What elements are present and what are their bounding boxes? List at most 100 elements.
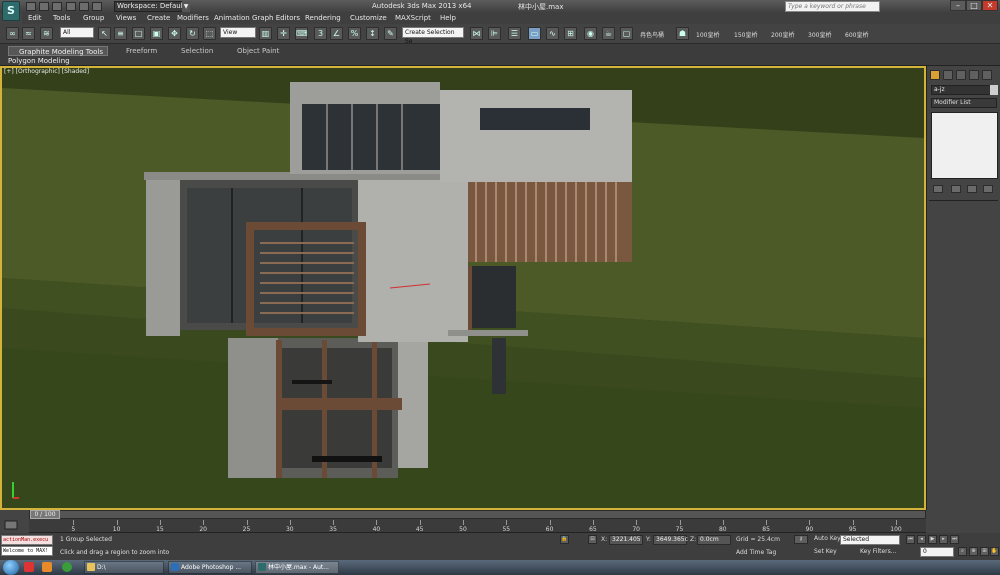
reference-coordinate-dropdown[interactable]: View — [220, 27, 256, 38]
layer-manager-icon[interactable]: ☰ — [508, 27, 521, 40]
show-end-result-icon[interactable] — [951, 185, 961, 193]
schematic-view-icon[interactable]: ⊞ — [564, 27, 577, 40]
add-time-tag[interactable]: Add Time Tag — [736, 549, 776, 556]
ribbon-sub-label[interactable]: Polygon Modeling — [8, 57, 70, 65]
menu-animation[interactable]: Animation — [214, 14, 250, 22]
key-mode-dropdown[interactable]: Selected — [840, 535, 900, 545]
time-slider-thumb[interactable]: 0 / 100 — [30, 510, 60, 519]
object-color-swatch[interactable] — [990, 85, 998, 95]
graphite-toggle-icon[interactable]: ▭ — [528, 27, 541, 40]
taskbar-item-photoshop[interactable]: Adobe Photoshop ... — [168, 561, 252, 574]
viewport-orthographic[interactable] — [0, 66, 926, 510]
unlink-icon[interactable]: ≈ — [22, 27, 35, 40]
trackbar-filter-icon[interactable] — [4, 519, 18, 531]
percent-snap-icon[interactable]: % — [348, 27, 361, 40]
maxscript-listener-line[interactable]: actionMan.execu — [1, 535, 53, 545]
key-filters-button[interactable]: Key Filters... — [860, 548, 897, 555]
pinned-app-icon[interactable] — [42, 562, 52, 572]
modify-tab-icon[interactable] — [943, 70, 953, 80]
pinned-browser-icon[interactable] — [62, 562, 72, 572]
open-file-icon[interactable] — [39, 2, 49, 11]
pinned-app-icon[interactable] — [24, 562, 34, 572]
rotate-icon[interactable]: ↻ — [186, 27, 199, 40]
next-frame-icon[interactable]: ▸ — [939, 535, 948, 544]
minimize-button[interactable]: – — [950, 0, 966, 11]
link-icon[interactable]: ∞ — [6, 27, 19, 40]
play-icon[interactable]: ▶ — [928, 535, 937, 544]
remove-modifier-icon[interactable] — [983, 185, 993, 193]
select-manipulate-icon[interactable]: ✛ — [277, 27, 290, 40]
go-to-start-icon[interactable]: ⏮ — [906, 535, 915, 544]
pan-icon[interactable]: ✋ — [990, 547, 999, 556]
menu-group[interactable]: Group — [83, 14, 104, 22]
key-icon[interactable]: ⚷ — [794, 535, 808, 544]
tab-freeform[interactable]: Freeform — [126, 46, 157, 56]
scale-icon[interactable]: ⬚ — [203, 27, 216, 40]
menu-edit[interactable]: Edit — [28, 14, 42, 22]
keyboard-shortcut-icon[interactable]: ⌨ — [295, 27, 308, 40]
tab-object-paint[interactable]: Object Paint — [237, 46, 279, 56]
window-crossing-icon[interactable]: ▣ — [150, 27, 163, 40]
snaps-toggle-icon[interactable]: 3 — [314, 27, 327, 40]
viewport-label[interactable]: [+] [Orthographic] [Shaded] — [4, 68, 89, 75]
chevron-down-icon[interactable]: ▼ — [182, 1, 190, 12]
menu-maxscript[interactable]: MAXScript — [395, 14, 431, 22]
close-button[interactable]: ✕ — [982, 0, 998, 11]
redo-icon[interactable] — [79, 2, 89, 11]
grid-button-100[interactable]: 100皇桥 — [696, 30, 719, 39]
create-tab-icon[interactable] — [930, 70, 940, 80]
grid-button-150[interactable]: 150皇桥 — [734, 30, 757, 39]
menu-views[interactable]: Views — [116, 14, 136, 22]
tab-selection[interactable]: Selection — [181, 46, 213, 56]
menu-rendering[interactable]: Rendering — [305, 14, 341, 22]
object-name-field[interactable]: a-jz — [931, 85, 997, 95]
previous-frame-icon[interactable]: ◂ — [917, 535, 926, 544]
tab-graphite-modeling-tools[interactable]: Graphite Modeling Tools — [8, 46, 108, 56]
menu-graph-editors[interactable]: Graph Editors — [252, 14, 300, 22]
material-editor-icon[interactable]: ◉ — [584, 27, 597, 40]
time-slider[interactable] — [29, 510, 926, 519]
curve-editor-icon[interactable]: ∿ — [546, 27, 559, 40]
maxscript-output-line[interactable]: Welcome to MAX! — [1, 546, 53, 556]
grid-button-600[interactable]: 600皇桥 — [845, 30, 868, 39]
start-button[interactable] — [3, 560, 19, 575]
named-selection-dropdown[interactable]: Create Selection Se — [402, 27, 464, 45]
pivot-center-icon[interactable]: ▥ — [259, 27, 272, 40]
select-by-name-icon[interactable]: ≡ — [114, 27, 127, 40]
lock-selection-icon[interactable]: 🔒 — [560, 535, 569, 544]
zoom-icon[interactable]: ⌕ — [958, 547, 967, 556]
taskbar-item-explorer[interactable]: D:\ — [84, 561, 164, 574]
absolute-mode-icon[interactable]: ⊡ — [588, 535, 597, 544]
select-object-icon[interactable]: ↖ — [98, 27, 111, 40]
hierarchy-tab-icon[interactable] — [956, 70, 966, 80]
pin-stack-icon[interactable] — [933, 185, 943, 193]
zoom-extents-icon[interactable]: ⊞ — [980, 547, 989, 556]
maximize-button[interactable]: □ — [966, 0, 982, 11]
grid-button-300[interactable]: 300皇桥 — [808, 30, 831, 39]
menu-help[interactable]: Help — [440, 14, 456, 22]
bind-space-warp-icon[interactable]: ≋ — [40, 27, 53, 40]
align-icon[interactable]: ⊫ — [488, 27, 501, 40]
undo-icon[interactable] — [66, 2, 76, 11]
help-search-input[interactable]: Type a keyword or phrase — [785, 1, 880, 12]
menu-modifiers[interactable]: Modifiers — [177, 14, 209, 22]
workspace-dropdown[interactable]: Workspace: Default — [114, 1, 190, 12]
new-file-icon[interactable] — [26, 2, 36, 11]
z-coordinate-field[interactable]: 0.0cm — [697, 535, 731, 545]
display-tab-icon[interactable] — [982, 70, 992, 80]
taskbar-item-3dsmax[interactable]: 林中小屋.max - Aut... — [255, 561, 339, 574]
menu-tools[interactable]: Tools — [53, 14, 70, 22]
render-frame-icon[interactable]: ▢ — [620, 27, 633, 40]
render-setup-icon[interactable]: ☕ — [602, 27, 615, 40]
motion-tab-icon[interactable] — [969, 70, 979, 80]
make-unique-icon[interactable] — [967, 185, 977, 193]
auto-key-button[interactable]: Auto Key — [814, 535, 841, 542]
y-coordinate-field[interactable]: 3649.365c — [653, 535, 688, 545]
angle-snap-icon[interactable]: ∠ — [330, 27, 343, 40]
modifier-list-dropdown[interactable]: Modifier List — [931, 98, 997, 108]
zoom-all-icon[interactable]: ⊕ — [969, 547, 978, 556]
set-key-button[interactable]: Set Key — [814, 548, 837, 555]
move-icon[interactable]: ✥ — [168, 27, 181, 40]
x-coordinate-field[interactable]: 3221.405 — [609, 535, 643, 545]
selection-filter-dropdown[interactable]: All — [60, 27, 94, 38]
